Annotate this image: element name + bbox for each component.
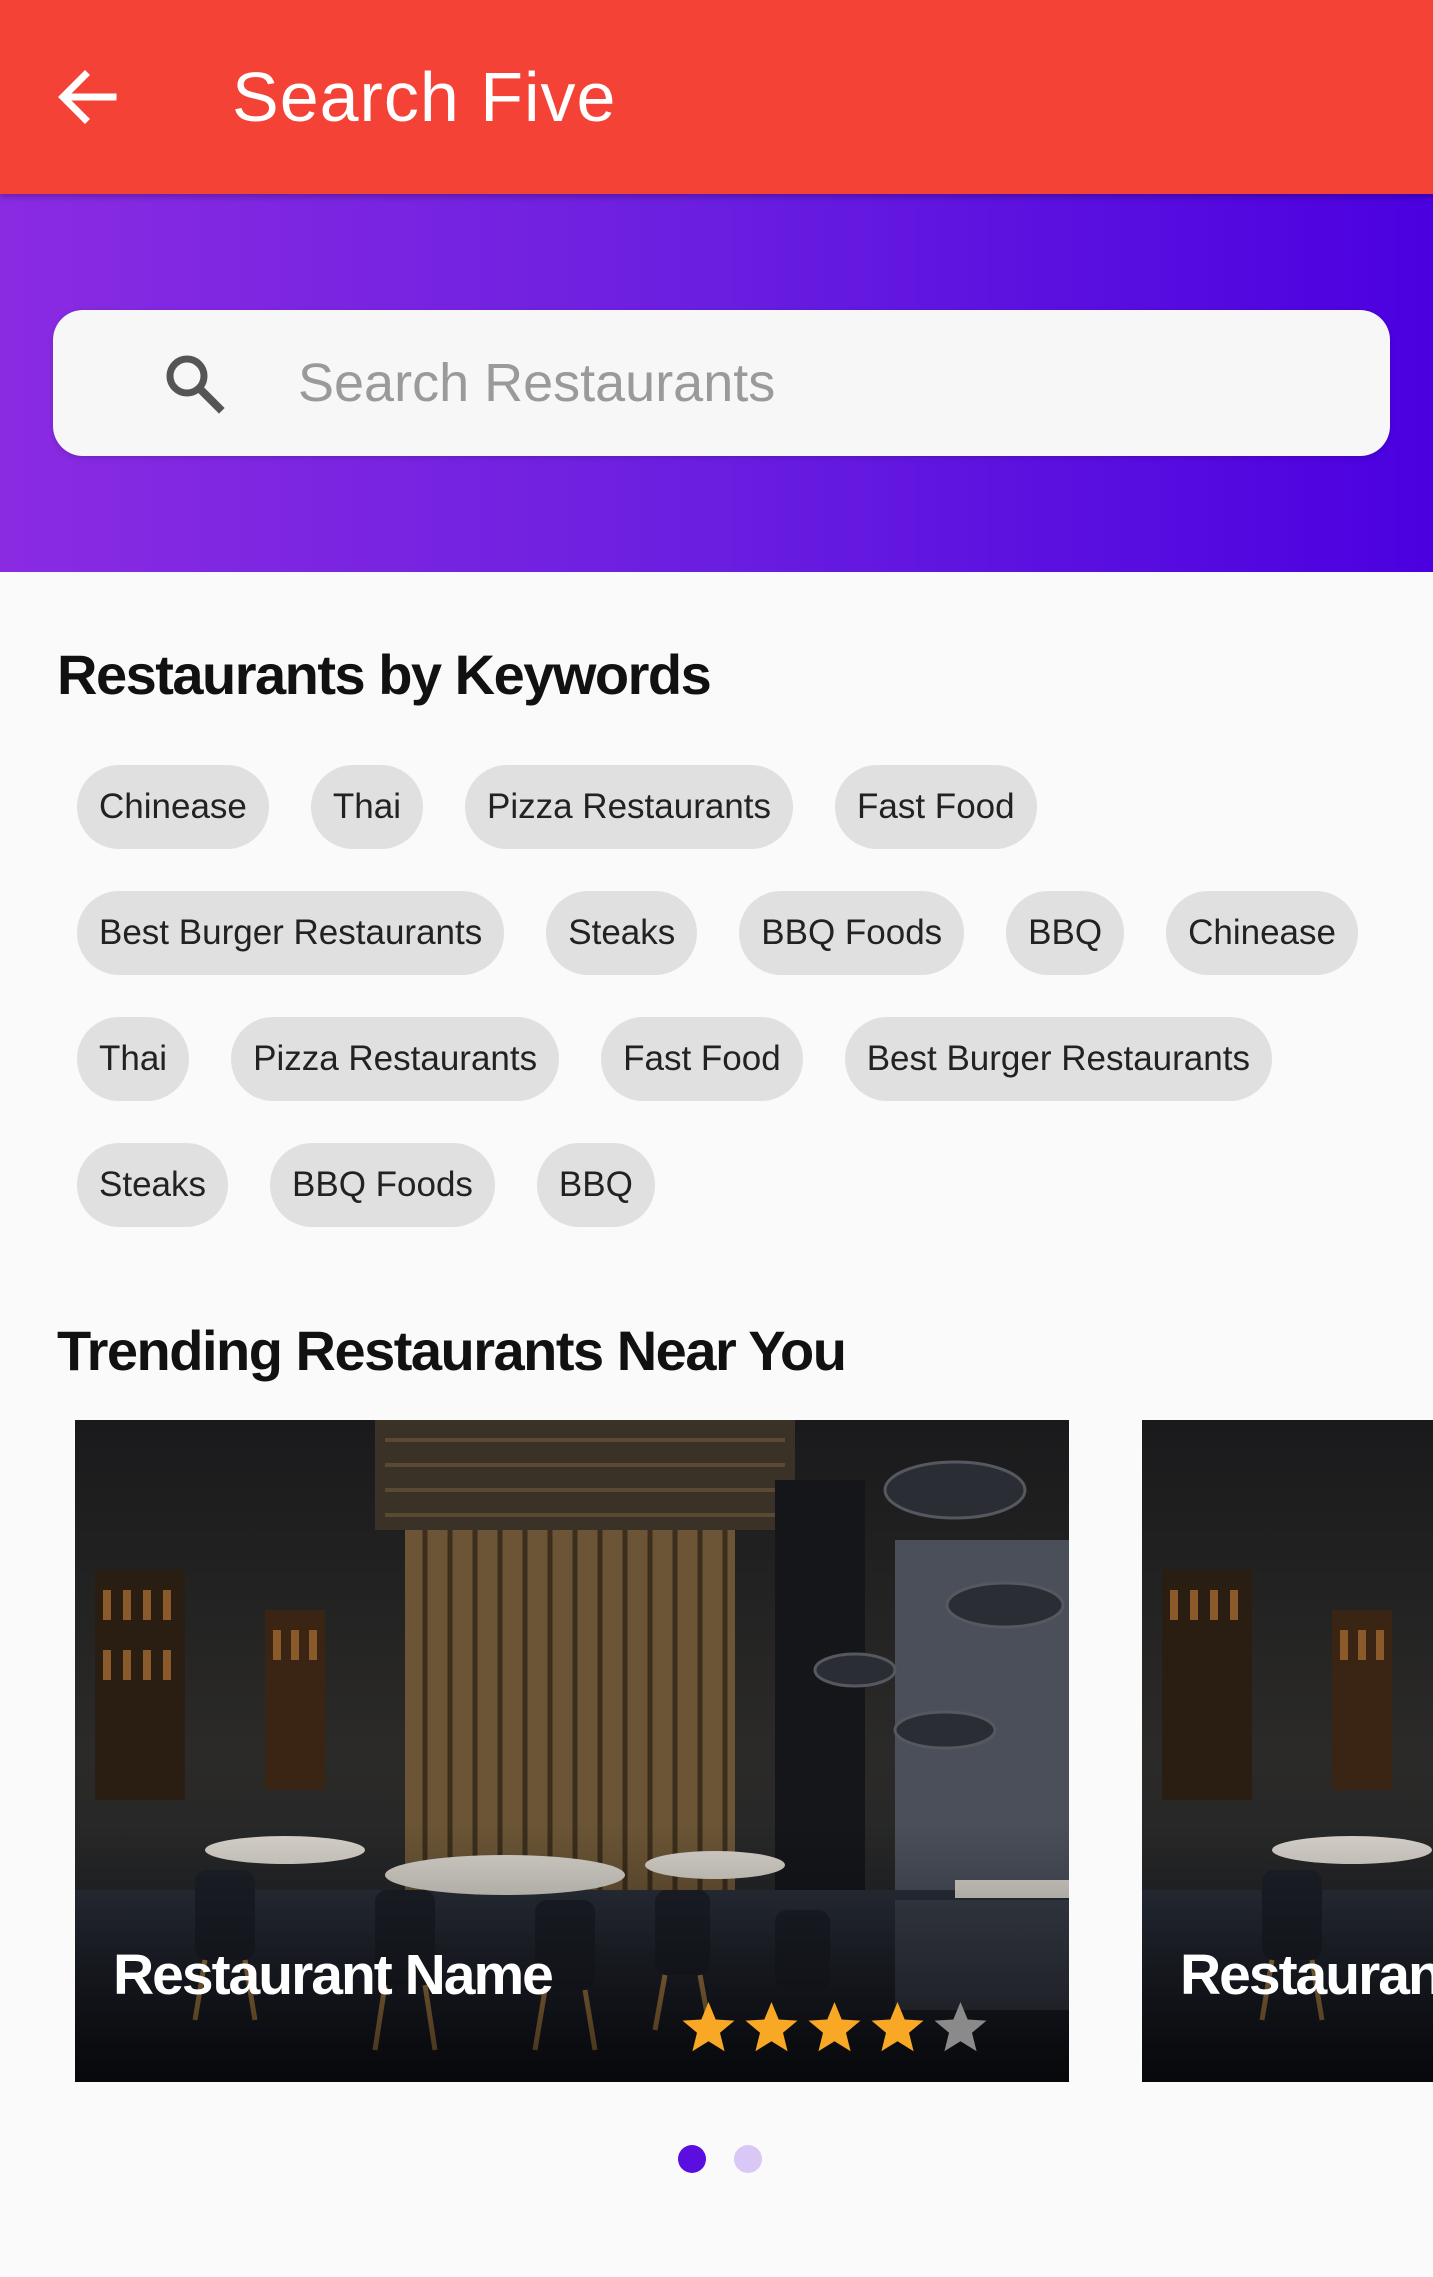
keyword-chip[interactable]: Pizza Restaurants	[231, 1017, 560, 1101]
keyword-chip[interactable]: Fast Food	[835, 765, 1037, 849]
keyword-chip[interactable]: BBQ Foods	[270, 1143, 495, 1227]
restaurant-card[interactable]: Restaurant Name	[75, 1420, 1069, 2082]
keyword-chip[interactable]: Steaks	[546, 891, 698, 975]
rating-stars	[681, 2000, 988, 2055]
keyword-chip-row: Steaks BBQ Foods BBQ	[77, 1143, 655, 1227]
keyword-chip[interactable]: Best Burger Restaurants	[844, 1017, 1272, 1101]
app-bar: Search Five	[0, 0, 1433, 194]
search-box[interactable]	[53, 310, 1390, 456]
keyword-chip[interactable]: Fast Food	[601, 1017, 803, 1101]
keyword-chip[interactable]: BBQ	[1006, 891, 1125, 975]
restaurant-carousel[interactable]: Restaurant Name Restaurant Name	[0, 1420, 1433, 2082]
star-filled-icon	[682, 2002, 735, 2052]
keyword-chip[interactable]: Steaks	[77, 1143, 228, 1227]
carousel-dot-active[interactable]	[678, 2145, 706, 2173]
search-icon	[166, 355, 225, 414]
keyword-chip[interactable]: BBQ Foods	[739, 891, 965, 975]
keyword-chip[interactable]: Thai	[310, 765, 423, 849]
page-title: Search Five	[232, 58, 617, 136]
restaurant-name: Restaurant Name	[113, 1943, 554, 2007]
carousel-indicator	[678, 2145, 762, 2173]
keyword-chip[interactable]: Chinease	[77, 765, 269, 849]
trending-section-title: Trending Restaurants Near You	[57, 1319, 847, 1382]
keyword-chip-row: Thai Pizza Restaurants Fast Food Best Bu…	[77, 1017, 1272, 1101]
keyword-chip[interactable]: BBQ	[536, 1143, 655, 1227]
arrow-left-icon	[58, 70, 117, 124]
star-filled-icon	[745, 2002, 798, 2052]
carousel-dot[interactable]	[734, 2145, 762, 2173]
keyword-chip[interactable]: Thai	[77, 1017, 190, 1101]
star-empty-icon	[934, 2002, 987, 2052]
keyword-chip[interactable]: Best Burger Restaurants	[77, 891, 505, 975]
keyword-chip-row: Best Burger Restaurants Steaks BBQ Foods…	[77, 891, 1358, 975]
restaurant-card[interactable]: Restaurant Name	[1142, 1420, 1433, 2082]
star-filled-icon	[808, 2002, 861, 2052]
back-button[interactable]	[50, 55, 124, 139]
search-header	[0, 194, 1433, 572]
keyword-chip[interactable]: Chinease	[1166, 891, 1358, 975]
keyword-chip[interactable]: Pizza Restaurants	[464, 765, 794, 849]
star-filled-icon	[871, 2002, 924, 2052]
restaurant-name: Restaurant Name	[1180, 1943, 1433, 2007]
keywords-section-title: Restaurants by Keywords	[57, 643, 712, 706]
keyword-chip-row: Chinease Thai Pizza Restaurants Fast Foo…	[77, 765, 1037, 849]
search-input[interactable]	[298, 338, 1338, 428]
